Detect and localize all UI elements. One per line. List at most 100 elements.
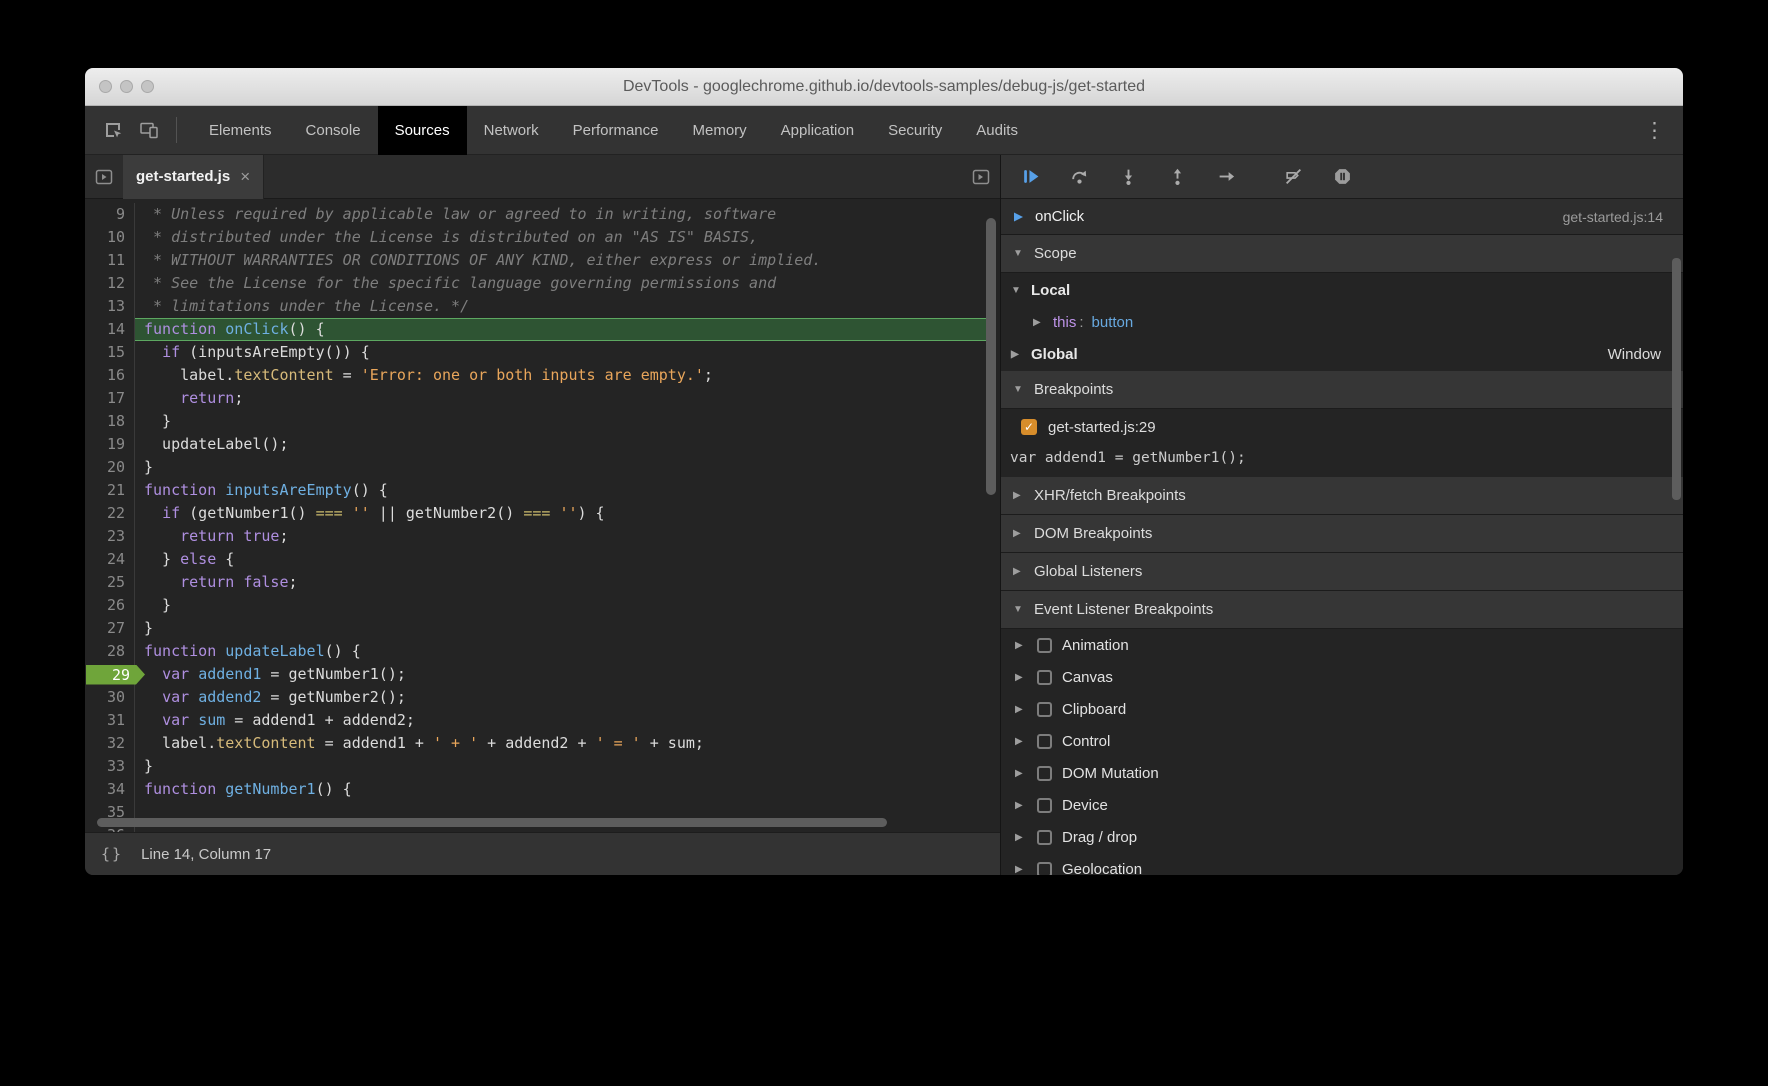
tab-console[interactable]: Console — [289, 106, 378, 155]
tab-memory[interactable]: Memory — [676, 106, 764, 155]
section-global-listeners[interactable]: ▶Global Listeners — [1001, 553, 1683, 591]
line-number-10[interactable]: 10 — [85, 226, 135, 249]
editor-vertical-scrollbar[interactable] — [986, 218, 996, 495]
chevron-right-icon[interactable]: ▶ — [1015, 864, 1027, 875]
line-number-30[interactable]: 30 — [85, 686, 135, 709]
line-number-15[interactable]: 15 — [85, 341, 135, 364]
section-dom-breakpoints[interactable]: ▶DOM Breakpoints — [1001, 515, 1683, 553]
line-number-16[interactable]: 16 — [85, 364, 135, 387]
line-number-22[interactable]: 22 — [85, 502, 135, 525]
code-line-23[interactable]: 23 return true; — [85, 525, 1000, 548]
step-icon[interactable] — [1209, 163, 1243, 191]
event-category-checkbox[interactable] — [1037, 734, 1052, 749]
step-out-icon[interactable] — [1160, 163, 1194, 191]
chevron-right-icon[interactable]: ▶ — [1015, 736, 1027, 747]
chevron-down-icon[interactable]: ▼ — [1013, 384, 1025, 395]
chevron-right-icon[interactable]: ▶ — [1011, 349, 1023, 360]
chevron-down-icon[interactable]: ▼ — [1011, 285, 1023, 296]
code-line-19[interactable]: 19 updateLabel(); — [85, 433, 1000, 456]
step-over-icon[interactable] — [1062, 163, 1096, 191]
event-category-clipboard[interactable]: ▶Clipboard — [1001, 693, 1683, 725]
line-number-31[interactable]: 31 — [85, 709, 135, 732]
code-line-24[interactable]: 24 } else { — [85, 548, 1000, 571]
code-line-21[interactable]: 21function inputsAreEmpty() { — [85, 479, 1000, 502]
line-number-26[interactable]: 26 — [85, 594, 135, 617]
line-number-17[interactable]: 17 — [85, 387, 135, 410]
line-number-32[interactable]: 32 — [85, 732, 135, 755]
chevron-right-icon[interactable]: ▶ — [1013, 490, 1025, 501]
deactivate-breakpoints-icon[interactable] — [1276, 163, 1310, 191]
tab-sources[interactable]: Sources — [378, 106, 467, 155]
pause-on-exceptions-icon[interactable] — [1325, 163, 1359, 191]
scope-global-row[interactable]: ▶ Global Window — [1001, 337, 1683, 371]
code-line-26[interactable]: 26 } — [85, 594, 1000, 617]
scope-local-row[interactable]: ▼ Local — [1001, 273, 1683, 307]
section-event-listener-breakpoints[interactable]: ▼ Event Listener Breakpoints — [1001, 591, 1683, 629]
event-category-checkbox[interactable] — [1037, 798, 1052, 813]
code-line-33[interactable]: 33} — [85, 755, 1000, 778]
tab-network[interactable]: Network — [467, 106, 556, 155]
line-number-24[interactable]: 24 — [85, 548, 135, 571]
section-xhr-fetch-breakpoints[interactable]: ▶XHR/fetch Breakpoints — [1001, 477, 1683, 515]
code-line-32[interactable]: 32 label.textContent = addend1 + ' + ' +… — [85, 732, 1000, 755]
line-number-29[interactable]: 29 — [85, 663, 135, 686]
panel-toggle-icon[interactable] — [962, 155, 1000, 199]
code-editor[interactable]: 9 * Unless required by applicable law or… — [85, 199, 1000, 832]
chevron-right-icon[interactable]: ▶ — [1013, 528, 1025, 539]
breakpoint-marker[interactable]: 29 — [86, 665, 145, 685]
breakpoint-code-snippet[interactable]: var addend1 = getNumber1(); — [1001, 445, 1683, 477]
more-options-icon[interactable]: ⋮ — [1626, 118, 1683, 143]
line-number-21[interactable]: 21 — [85, 479, 135, 502]
frame-location[interactable]: get-started.js:14 — [1563, 209, 1663, 225]
file-tab[interactable]: get-started.js × — [123, 155, 264, 199]
line-number-28[interactable]: 28 — [85, 640, 135, 663]
zoom-window-button[interactable] — [141, 80, 154, 93]
sidebar-scrollbar[interactable] — [1672, 258, 1681, 500]
line-number-34[interactable]: 34 — [85, 778, 135, 801]
tab-performance[interactable]: Performance — [556, 106, 676, 155]
inspect-icon[interactable] — [95, 112, 131, 148]
event-category-control[interactable]: ▶Control — [1001, 725, 1683, 757]
chevron-down-icon[interactable]: ▼ — [1013, 604, 1025, 615]
event-category-canvas[interactable]: ▶Canvas — [1001, 661, 1683, 693]
call-stack-frame[interactable]: onClick get-started.js:14 — [1001, 199, 1683, 235]
scope-this-row[interactable]: ▶ this : button — [1001, 307, 1683, 337]
code-line-13[interactable]: 13 * limitations under the License. */ — [85, 295, 1000, 318]
event-category-checkbox[interactable] — [1037, 638, 1052, 653]
chevron-right-icon[interactable]: ▶ — [1015, 640, 1027, 651]
resume-icon[interactable] — [1013, 163, 1047, 191]
line-number-33[interactable]: 33 — [85, 755, 135, 778]
event-category-checkbox[interactable] — [1037, 830, 1052, 845]
event-category-drag-drop[interactable]: ▶Drag / drop — [1001, 821, 1683, 853]
pretty-print-icon[interactable]: {} — [85, 845, 141, 863]
chevron-right-icon[interactable]: ▶ — [1015, 704, 1027, 715]
line-number-27[interactable]: 27 — [85, 617, 135, 640]
tab-security[interactable]: Security — [871, 106, 959, 155]
code-line-14[interactable]: 14function onClick() { — [85, 318, 1000, 341]
code-line-20[interactable]: 20} — [85, 456, 1000, 479]
show-navigator-icon[interactable] — [85, 155, 123, 199]
event-category-checkbox[interactable] — [1037, 766, 1052, 781]
event-category-dom-mutation[interactable]: ▶DOM Mutation — [1001, 757, 1683, 789]
event-category-checkbox[interactable] — [1037, 670, 1052, 685]
line-number-14[interactable]: 14 — [85, 318, 135, 341]
close-tab-icon[interactable]: × — [240, 167, 250, 187]
device-toolbar-icon[interactable] — [131, 112, 167, 148]
event-category-checkbox[interactable] — [1037, 862, 1052, 876]
event-category-geolocation[interactable]: ▶Geolocation — [1001, 853, 1683, 875]
code-line-10[interactable]: 10 * distributed under the License is di… — [85, 226, 1000, 249]
code-line-25[interactable]: 25 return false; — [85, 571, 1000, 594]
breakpoint-checkbox[interactable]: ✓ — [1021, 419, 1037, 435]
line-number-13[interactable]: 13 — [85, 295, 135, 318]
code-line-18[interactable]: 18 } — [85, 410, 1000, 433]
line-number-12[interactable]: 12 — [85, 272, 135, 295]
code-line-16[interactable]: 16 label.textContent = 'Error: one or bo… — [85, 364, 1000, 387]
code-line-29[interactable]: 29 var addend1 = getNumber1(); — [85, 663, 1000, 686]
chevron-right-icon[interactable]: ▶ — [1033, 317, 1045, 328]
code-line-27[interactable]: 27} — [85, 617, 1000, 640]
line-number-9[interactable]: 9 — [85, 203, 135, 226]
minimize-window-button[interactable] — [120, 80, 133, 93]
event-category-device[interactable]: ▶Device — [1001, 789, 1683, 821]
line-number-23[interactable]: 23 — [85, 525, 135, 548]
chevron-right-icon[interactable]: ▶ — [1015, 672, 1027, 683]
